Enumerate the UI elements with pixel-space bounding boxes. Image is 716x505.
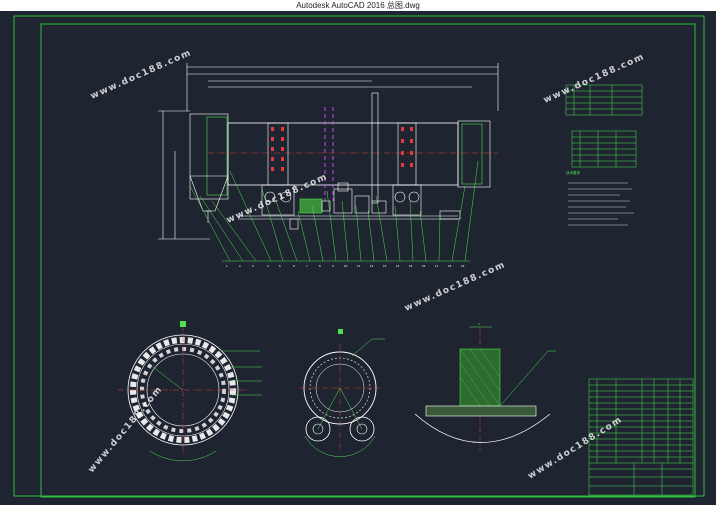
section-a-view: A	[414, 322, 556, 451]
part-number: 5	[279, 264, 281, 268]
dryer-elevation-view	[158, 63, 499, 240]
watermark-text: www.doc188.com	[89, 48, 193, 102]
part-number: 1	[226, 264, 228, 268]
window-title: Autodesk AutoCAD 2016 总图.dwg	[296, 1, 420, 10]
part-number: 18	[448, 264, 452, 268]
part-number: 14	[396, 264, 400, 268]
tech-req-title: 技术要求	[566, 170, 580, 175]
drawing-canvas[interactable]: 1 2 3 4 5 6 7 8 9 10 11 12 13 14 15 16 1…	[0, 11, 716, 500]
part-number: 17	[435, 264, 439, 268]
part-number: 6	[293, 264, 295, 268]
part-number-labels: 1 2 3 4 5 6 7 8 9 10 11 12 13 14 15 16 1…	[226, 264, 465, 268]
part-number: 15	[409, 264, 413, 268]
section-label: A	[478, 322, 480, 326]
spec-table-2	[571, 130, 637, 168]
part-number: 7	[306, 264, 308, 268]
part-number: 12	[370, 264, 374, 268]
part-number: 4	[267, 264, 269, 268]
watermark-text: www.doc188.com	[87, 384, 165, 475]
window-title-bar: Autodesk AutoCAD 2016 总图.dwg	[0, 0, 716, 11]
part-number: 9	[332, 264, 334, 268]
gear-section-view	[300, 329, 385, 457]
watermark-text: www.doc188.com	[542, 52, 646, 106]
part-number: 10	[344, 264, 348, 268]
watermarks: www.doc188.com www.doc188.com www.doc188…	[87, 48, 647, 482]
part-number: 19	[461, 264, 465, 268]
watermark-text: www.doc188.com	[526, 415, 624, 482]
part-number: 13	[383, 264, 387, 268]
part-number: 11	[357, 264, 360, 268]
tech-req-lines	[568, 182, 634, 226]
drawing-svg: 1 2 3 4 5 6 7 8 9 10 11 12 13 14 15 16 1…	[13, 15, 705, 498]
watermark-text: www.doc188.com	[403, 260, 507, 314]
title-block	[588, 378, 694, 496]
part-number: 8	[319, 264, 321, 268]
part-number: 3	[252, 264, 254, 268]
part-number: 2	[239, 264, 241, 268]
part-number: 16	[422, 264, 426, 268]
tyre-section-view	[118, 321, 262, 462]
